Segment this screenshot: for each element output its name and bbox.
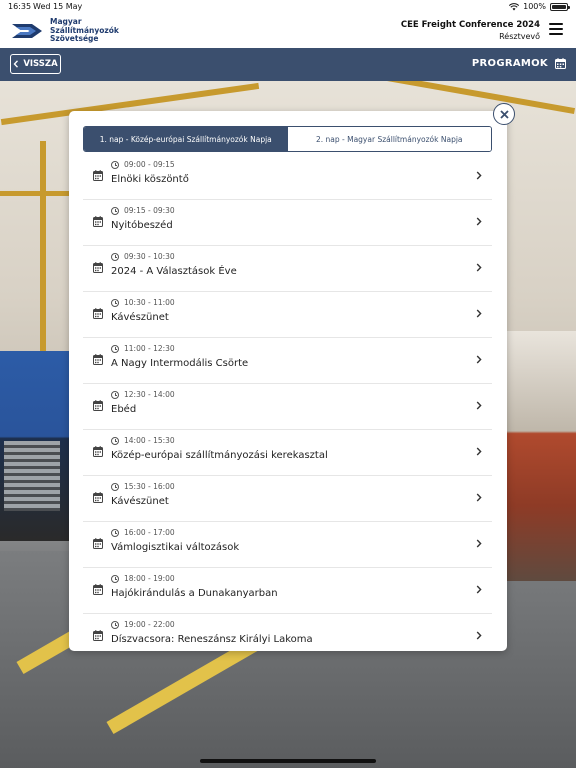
tab-day-2[interactable]: 2. nap - Magyar Szállítmányozók Napja (287, 127, 491, 151)
program-title: Nyitóbeszéd (111, 220, 173, 231)
calendar-icon (93, 584, 103, 595)
program-item[interactable]: 15:30 - 16:00 Kávészünet (83, 476, 492, 522)
program-item[interactable]: 10:30 - 11:00 Kávészünet (83, 292, 492, 338)
program-item[interactable]: 18:00 - 19:00 Hajókirándulás a Dunakanyar… (83, 568, 492, 614)
calendar-icon (93, 262, 103, 273)
logo-line: Szövetsége (50, 34, 99, 43)
battery-percent: 100% (523, 2, 546, 11)
app-header: Magyar Szállítmányozók Szövetsége CEE Fr… (0, 14, 576, 48)
chevron-right-icon (476, 539, 482, 548)
program-title: Kávészünet (111, 312, 169, 323)
chevron-right-icon (476, 355, 482, 364)
nav-bar: VISSZA PROGRAMOK (0, 48, 576, 81)
calendar-icon (555, 58, 566, 69)
status-date: Wed 15 May (33, 2, 83, 11)
battery-icon (550, 2, 570, 11)
program-title: Elnöki köszöntő (111, 174, 189, 185)
calendar-icon (93, 400, 103, 411)
clock-icon (111, 299, 119, 307)
page-title: PROGRAMOK (471, 58, 548, 69)
calendar-icon (93, 538, 103, 549)
user-role: Résztvevő (499, 32, 540, 41)
day-tabs: 1. nap - Közép-európai Szállítmányozók N… (83, 126, 492, 152)
conference-info: CEE Freight Conference 2024 Résztvevő (401, 20, 540, 41)
hamburger-menu-icon[interactable] (549, 23, 563, 35)
chevron-right-icon (476, 263, 482, 272)
program-title: Vámlogisztikai változások (111, 542, 240, 553)
program-time: 09:15 - 09:30 (124, 206, 175, 215)
chevron-right-icon (476, 171, 482, 180)
program-title: Hajókirándulás a Dunakanyarban (111, 588, 278, 599)
chevron-right-icon (476, 631, 482, 640)
clock-icon (111, 391, 119, 399)
chevron-left-icon (13, 60, 19, 68)
calendar-icon (93, 170, 103, 181)
conference-title: CEE Freight Conference 2024 (400, 20, 540, 30)
program-item[interactable]: 16:00 - 17:00 Vámlogisztikai változások (83, 522, 492, 568)
clock-icon (111, 437, 119, 445)
calendar-icon (93, 308, 103, 319)
program-item[interactable]: 19:00 - 22:00 Díszvacsora: Reneszánsz Kir… (83, 614, 492, 651)
program-item[interactable]: 11:00 - 12:30 A Nagy Intermodális Csörte (83, 338, 492, 384)
clock-icon (111, 575, 119, 583)
program-title: 2024 - A Választások Éve (111, 266, 237, 277)
calendar-icon (93, 630, 103, 641)
logo: Magyar Szállítmányozók Szövetsége (12, 17, 119, 44)
program-list: 09:00 - 09:15 Elnöki köszöntő 09:15 - 09:3… (83, 154, 492, 651)
chevron-right-icon (476, 447, 482, 456)
logo-icon (12, 23, 42, 38)
clock-icon (111, 207, 119, 215)
program-title: A Nagy Intermodális Csörte (111, 358, 249, 369)
program-time: 19:00 - 22:00 (124, 620, 175, 629)
program-time: 11:00 - 12:30 (124, 344, 175, 353)
status-time: 16:35 (8, 2, 32, 11)
program-title: Közép-európai szállítmányozási kerekaszt… (111, 450, 328, 461)
chevron-right-icon (476, 493, 482, 502)
clock-icon (111, 161, 119, 169)
program-time: 16:00 - 17:00 (124, 528, 175, 537)
tab-day-1[interactable]: 1. nap - Közép-európai Szállítmányozók N… (84, 127, 288, 151)
program-item[interactable]: 09:00 - 09:15 Elnöki köszöntő (83, 154, 492, 200)
calendar-icon (93, 354, 103, 365)
program-time: 18:00 - 19:00 (124, 574, 175, 583)
program-title: Ebéd (111, 404, 137, 415)
program-time: 12:30 - 14:00 (124, 390, 175, 399)
chevron-right-icon (476, 309, 482, 318)
back-button[interactable]: VISSZA (10, 54, 61, 74)
chevron-right-icon (476, 585, 482, 594)
clock-icon (111, 621, 119, 629)
calendar-icon (93, 446, 103, 457)
back-label: VISSZA (23, 59, 58, 69)
calendar-icon (93, 216, 103, 227)
logo-text: Magyar Szállítmányozók Szövetsége (50, 17, 119, 44)
program-time: 10:30 - 11:00 (124, 298, 175, 307)
status-right: 100% (509, 2, 570, 11)
status-bar: 16:35 Wed 15 May 100% (0, 0, 576, 14)
close-button[interactable] (493, 103, 515, 125)
clock-icon (111, 529, 119, 537)
program-item[interactable]: 12:30 - 14:00 Ebéd (83, 384, 492, 430)
chevron-right-icon (476, 217, 482, 226)
program-item[interactable]: 14:00 - 15:30 Közép-európai szállítmányoz… (83, 430, 492, 476)
home-indicator[interactable] (200, 759, 376, 763)
chevron-right-icon (476, 401, 482, 410)
calendar-icon (93, 492, 103, 503)
program-modal: 1. nap - Közép-európai Szállítmányozók N… (69, 111, 507, 651)
clock-icon (111, 483, 119, 491)
program-item[interactable]: 09:30 - 10:30 2024 - A Választások Éve (83, 246, 492, 292)
program-time: 15:30 - 16:00 (124, 482, 175, 491)
program-item[interactable]: 09:15 - 09:30 Nyitóbeszéd (83, 200, 492, 246)
clock-icon (111, 345, 119, 353)
program-time: 09:30 - 10:30 (124, 252, 175, 261)
program-time: 14:00 - 15:30 (124, 436, 175, 445)
program-title: Díszvacsora: Reneszánsz Királyi Lakoma (111, 634, 313, 645)
clock-icon (111, 253, 119, 261)
program-time: 09:00 - 09:15 (124, 160, 175, 169)
program-title: Kávészünet (111, 496, 169, 507)
wifi-icon (509, 2, 520, 10)
close-icon (499, 109, 509, 119)
